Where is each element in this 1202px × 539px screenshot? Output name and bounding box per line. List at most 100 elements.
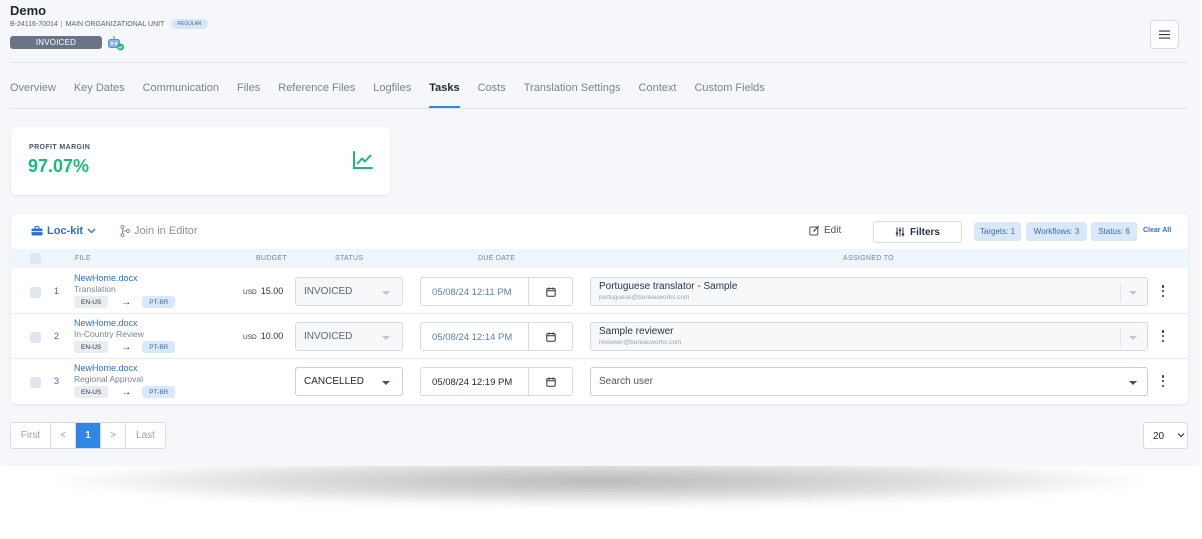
tab-context[interactable]: Context: [639, 82, 677, 108]
tab-translation-settings[interactable]: Translation Settings: [524, 82, 621, 108]
filter-chip-workflows[interactable]: Workflows: 3: [1026, 222, 1087, 241]
language-pair: EN-US → PT-BR: [74, 296, 176, 308]
page-size-value: 20: [1153, 431, 1165, 442]
assignee-select[interactable]: Portuguese translator - Sample portugues…: [590, 277, 1148, 306]
chevron-down-icon: [87, 228, 96, 234]
calendar-button[interactable]: [529, 322, 573, 351]
budget-currency: USD: [243, 334, 257, 341]
project-tabs: Overview Key Dates Communication Files R…: [10, 82, 783, 108]
row-number: 2: [54, 331, 60, 341]
pagination-prev[interactable]: <: [51, 423, 76, 448]
row-actions-kebab-icon[interactable]: [1160, 374, 1166, 388]
pagination-last[interactable]: Last: [126, 423, 165, 448]
assignee-search-placeholder: Search user: [599, 376, 653, 387]
dropdown-caret-icon: [382, 336, 390, 340]
file-name-link[interactable]: NewHome.docx: [74, 318, 138, 328]
filter-chip-targets[interactable]: Targets: 1: [974, 222, 1021, 241]
file-name-link[interactable]: NewHome.docx: [74, 363, 138, 373]
due-date-input[interactable]: 05/08/24 12:19 PM: [420, 367, 529, 396]
profit-margin-label: PROFIT MARGIN: [29, 144, 91, 151]
chevron-down-icon: [1177, 433, 1185, 438]
page-menu-button[interactable]: [1150, 20, 1179, 49]
due-date-input[interactable]: 05/08/24 12:11 PM: [420, 277, 529, 306]
automation-robot-icon[interactable]: [107, 36, 125, 51]
tab-overview[interactable]: Overview: [10, 82, 56, 108]
task-budget: USD 10.00: [243, 331, 283, 341]
header-budget: BUDGET: [256, 255, 287, 262]
row-actions-kebab-icon[interactable]: [1160, 284, 1166, 298]
hamburger-menu-icon: [1159, 30, 1170, 39]
loc-kit-dropdown[interactable]: Loc-kit: [31, 225, 96, 237]
edit-icon: [809, 225, 820, 236]
filters-button[interactable]: Filters: [873, 221, 962, 243]
assignee-name: Portuguese translator - Sample: [599, 281, 738, 292]
due-date-value: 05/08/24 12:19 PM: [432, 377, 513, 388]
tab-communication[interactable]: Communication: [143, 82, 219, 108]
assignee-name: Sample reviewer: [599, 326, 674, 337]
calendar-button[interactable]: [529, 367, 573, 396]
join-in-editor-button[interactable]: Join in Editor: [120, 225, 198, 237]
task-type: Translation: [74, 284, 116, 294]
clear-all-filters-link[interactable]: Clear All: [1143, 227, 1171, 234]
profit-margin-card: PROFIT MARGIN 97.07%: [11, 127, 390, 195]
status-select[interactable]: INVOICED: [295, 277, 403, 306]
target-language-badge: PT-BR: [142, 296, 176, 308]
page-size-select[interactable]: 20: [1143, 422, 1188, 449]
sliders-icon: [895, 227, 905, 237]
tasks-table-header: FILE BUDGET STATUS DUE DATE ASSIGNED TO: [11, 249, 1188, 268]
pagination: First < 1 > Last: [10, 422, 166, 449]
tab-custom-fields[interactable]: Custom Fields: [694, 82, 764, 108]
header-status: STATUS: [335, 255, 364, 262]
due-date-value: 05/08/24 12:11 PM: [432, 287, 512, 298]
task-type: In-Country Review: [74, 329, 144, 339]
organizational-unit: MAIN ORGANIZATIONAL UNIT: [65, 20, 165, 28]
row-number: 3: [54, 376, 60, 386]
tab-reference-files[interactable]: Reference Files: [278, 82, 355, 108]
select-all-checkbox[interactable]: [30, 253, 41, 264]
tasks-toolbar: Loc-kit Join in Editor Edit Filters Targ…: [11, 214, 1188, 248]
due-date-input[interactable]: 05/08/24 12:14 PM: [420, 322, 529, 351]
loc-kit-label: Loc-kit: [47, 225, 84, 237]
row-actions-kebab-icon[interactable]: [1160, 329, 1166, 343]
calendar-icon: [545, 331, 556, 342]
budget-currency: USD: [243, 289, 257, 296]
assignee-select[interactable]: Sample reviewer reviewer@bureauworks.com: [590, 322, 1148, 351]
dropdown-caret-icon: [1129, 381, 1137, 385]
dropdown-caret-icon: [382, 291, 390, 295]
filter-chip-status[interactable]: Status: 6: [1091, 222, 1137, 241]
status-value: CANCELLED: [304, 376, 365, 387]
assignee-search-select[interactable]: Search user: [590, 367, 1148, 396]
tab-key-dates[interactable]: Key Dates: [74, 82, 125, 108]
tab-files[interactable]: Files: [237, 82, 260, 108]
calendar-icon: [545, 286, 556, 297]
calendar-button[interactable]: [529, 277, 573, 306]
budget-amount: 10.00: [260, 331, 284, 341]
tab-tasks[interactable]: Tasks: [429, 82, 460, 108]
file-name-link[interactable]: NewHome.docx: [74, 273, 138, 283]
pagination-next[interactable]: >: [101, 423, 126, 448]
dropdown-caret-icon: [1129, 291, 1137, 295]
status-select[interactable]: INVOICED: [295, 322, 403, 351]
source-language-badge: EN-US: [74, 296, 109, 308]
row-checkbox[interactable]: [30, 287, 41, 298]
source-language-badge: EN-US: [74, 341, 109, 353]
table-row: 3 NewHome.docx Regional Approval EN-US →…: [11, 359, 1188, 404]
pagination-current-page[interactable]: 1: [76, 423, 101, 448]
budget-amount: 15.00: [260, 286, 284, 296]
tabs-divider: [10, 108, 1188, 109]
header-due-date: DUE DATE: [478, 255, 516, 262]
table-row: 1 NewHome.docx Translation EN-US → PT-BR…: [11, 269, 1188, 314]
filters-label: Filters: [909, 226, 940, 238]
profit-margin-value: 97.07%: [28, 156, 90, 176]
pagination-first[interactable]: First: [11, 423, 51, 448]
assignee-email: portuguese@bureauworks.com: [599, 294, 690, 301]
row-checkbox[interactable]: [30, 377, 41, 388]
status-select[interactable]: CANCELLED: [295, 367, 403, 396]
tab-logfiles[interactable]: Logfiles: [373, 82, 411, 108]
project-title: Demo: [10, 3, 47, 18]
dropdown-caret-icon: [1129, 336, 1137, 340]
tab-costs[interactable]: Costs: [478, 82, 506, 108]
edit-button[interactable]: Edit: [809, 225, 841, 236]
row-checkbox[interactable]: [30, 332, 41, 343]
arrow-right-icon: →: [121, 341, 132, 353]
